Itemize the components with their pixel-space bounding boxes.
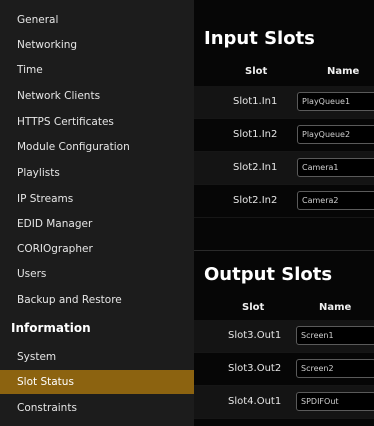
sidebar-item-ip-streams[interactable]: IP Streams <box>0 187 194 211</box>
sidebar-nav: General Networking Time Network Clients … <box>0 0 194 426</box>
sidebar-item-edid-manager[interactable]: EDID Manager <box>0 212 194 236</box>
main-panel: Input Slots Slot Name Slot1.In1 Slot1.In… <box>194 0 374 426</box>
slot-label: Slot4.Out1 <box>228 396 282 407</box>
sidebar-item-time[interactable]: Time <box>0 58 194 82</box>
table-row: Slot2.In2 <box>194 185 374 218</box>
slot-label: Slot3.Out2 <box>228 363 282 374</box>
sidebar-item-slot-status[interactable]: Slot Status <box>0 370 194 394</box>
table-row: Slot1.In1 <box>194 86 374 119</box>
sidebar-item-network-clients[interactable]: Network Clients <box>0 84 194 108</box>
input-col-slot-header: Slot <box>245 66 268 77</box>
slot-label: Slot2.In1 <box>233 162 278 173</box>
output-slots-title: Output Slots <box>204 264 333 285</box>
sidebar-item-constraints[interactable]: Constraints <box>0 396 194 420</box>
slot-label: Slot3.Out1 <box>228 330 282 341</box>
slot-name-input[interactable] <box>296 359 374 378</box>
sidebar-item-playlists[interactable]: Playlists <box>0 161 194 185</box>
input-slots-title: Input Slots <box>204 28 315 49</box>
slot-label: Slot1.In1 <box>233 96 278 107</box>
slot-name-input[interactable] <box>296 392 374 411</box>
table-row: Slot3.Out1 <box>194 320 374 353</box>
sidebar-item-system[interactable]: System <box>0 345 194 369</box>
sidebar-item-https-certificates[interactable]: HTTPS Certificates <box>0 110 194 134</box>
app-window: General Networking Time Network Clients … <box>0 0 374 426</box>
table-row: Slot4.Out1 <box>194 386 374 419</box>
slot-name-input[interactable] <box>297 92 374 111</box>
sidebar-item-networking[interactable]: Networking <box>0 33 194 57</box>
table-row: Slot1.In2 <box>194 119 374 152</box>
sidebar-item-general[interactable]: General <box>0 8 194 32</box>
sidebar-item-module-configuration[interactable]: Module Configuration <box>0 135 194 159</box>
table-row: Slot3.Out2 <box>194 353 374 386</box>
section-divider <box>194 250 374 251</box>
slot-name-input[interactable] <box>296 326 374 345</box>
slot-label: Slot2.In2 <box>233 195 278 206</box>
slot-label: Slot1.In2 <box>233 129 278 140</box>
table-row: Slot2.In1 <box>194 152 374 185</box>
output-col-slot-header: Slot <box>242 302 265 313</box>
sidebar-item-users[interactable]: Users <box>0 262 194 286</box>
slot-name-input[interactable] <box>297 158 374 177</box>
slot-name-input[interactable] <box>297 125 374 144</box>
sidebar-item-backup-and-restore[interactable]: Backup and Restore <box>0 288 194 312</box>
slot-name-input[interactable] <box>297 191 374 210</box>
sidebar-section-information[interactable]: Information <box>0 315 194 341</box>
output-col-name-header: Name <box>319 302 352 313</box>
sidebar-item-coriographer[interactable]: CORIOgrapher <box>0 237 194 261</box>
input-col-name-header: Name <box>327 66 360 77</box>
